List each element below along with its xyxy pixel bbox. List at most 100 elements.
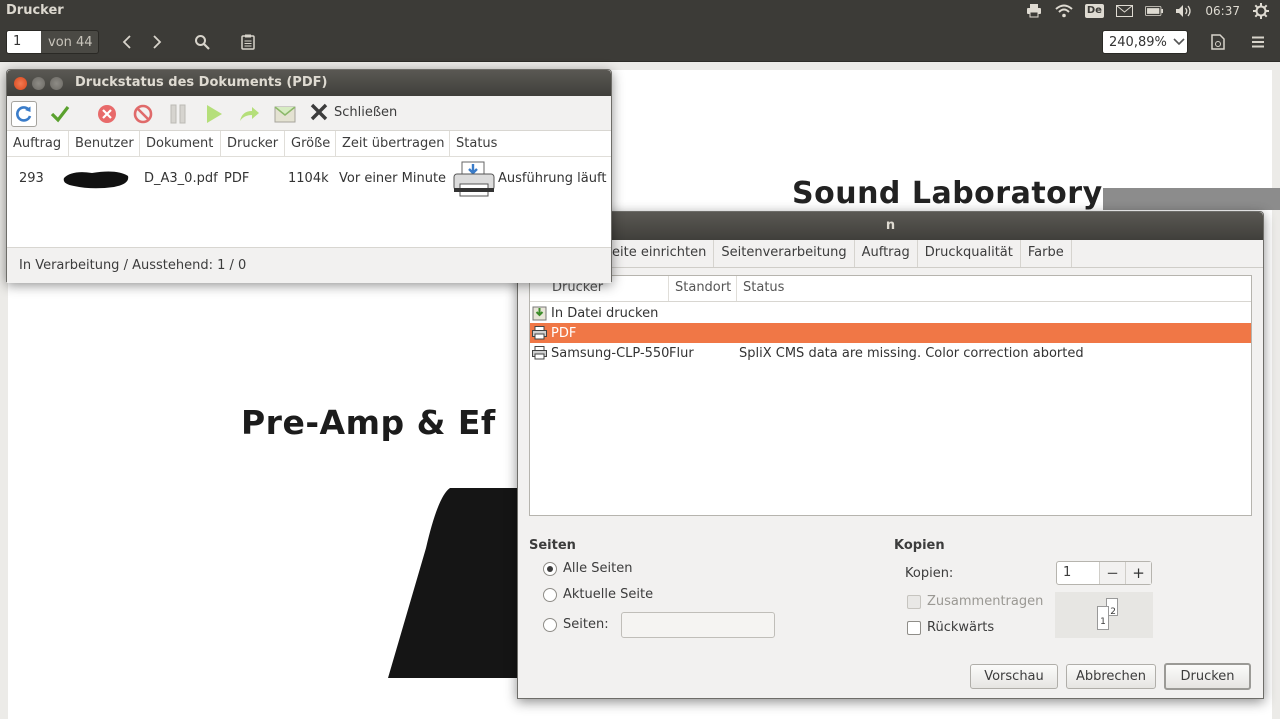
previous-page-icon[interactable] <box>115 30 139 54</box>
copies-label: Kopien: <box>905 566 954 581</box>
pages-all-radio[interactable] <box>543 561 557 576</box>
close-window-icon[interactable] <box>14 77 27 90</box>
printer-name: In Datei drucken <box>551 305 659 321</box>
pause-icon[interactable] <box>165 101 191 127</box>
printer-icon[interactable] <box>1025 3 1043 19</box>
copies-value[interactable]: 1 <box>1057 562 1099 584</box>
battery-icon[interactable] <box>1145 3 1164 19</box>
settings-gear-icon[interactable] <box>1252 3 1270 19</box>
printer-row-samsung[interactable]: Samsung-CLP-550 Flur SpliX CMS data are … <box>530 343 1251 363</box>
print-dialog-titlebar[interactable]: n <box>518 212 1263 240</box>
tab-color[interactable]: Farbe <box>1021 240 1072 267</box>
refresh-icon[interactable] <box>11 101 37 127</box>
zoom-selector[interactable]: 240,89% <box>1102 30 1188 54</box>
pages-all-label: Alle Seiten <box>563 561 633 576</box>
delete-job-icon[interactable] <box>130 101 156 127</box>
pages-range-input[interactable] <box>621 612 775 638</box>
print-dialog-tabs: eite einrichten Seitenverarbeitung Auftr… <box>518 240 1263 268</box>
job-row[interactable]: 293 D_A3_0.pdf PDF 1104k Vor einer Minut… <box>7 157 611 201</box>
job-table: Auftrag Benutzer Dokument Drucker Größe … <box>7 131 611 247</box>
column-status[interactable]: Status <box>450 131 611 156</box>
header-bar-graphic <box>1103 188 1280 210</box>
page-number-input[interactable]: 1 <box>7 31 41 53</box>
document-properties-icon[interactable] <box>1206 30 1230 54</box>
job-table-header: Auftrag Benutzer Dokument Drucker Größe … <box>7 131 611 157</box>
column-job[interactable]: Auftrag <box>7 131 69 156</box>
close-label: Schließen <box>334 104 398 120</box>
clock[interactable]: 06:37 <box>1205 4 1240 18</box>
move-job-icon[interactable] <box>272 101 298 127</box>
job-window-titlebar[interactable]: Druckstatus des Dokuments (PDF) <box>7 70 611 96</box>
collate-option[interactable]: Zusammentragen <box>907 594 1043 609</box>
tab-job[interactable]: Auftrag <box>855 240 918 267</box>
print-dialog-title: n <box>885 218 896 233</box>
cancel-job-icon[interactable] <box>94 101 120 127</box>
printer-name: PDF <box>551 325 577 341</box>
next-page-icon[interactable] <box>145 30 169 54</box>
annotations-icon[interactable] <box>236 30 260 54</box>
column-user[interactable]: Benutzer <box>69 131 140 156</box>
close-icon <box>310 103 328 121</box>
cancel-button[interactable]: Abbrechen <box>1066 664 1156 689</box>
chevron-down-icon <box>1173 38 1185 46</box>
collate-label: Zusammentragen <box>927 594 1044 609</box>
copies-heading: Kopien <box>894 538 945 553</box>
reverse-checkbox[interactable] <box>907 620 921 635</box>
job-window-title: Druckstatus des Dokuments (PDF) <box>75 75 328 90</box>
mail-icon[interactable] <box>1115 3 1133 19</box>
checkmark-icon[interactable] <box>47 101 73 127</box>
play-icon[interactable] <box>201 101 227 127</box>
pages-range-radio[interactable] <box>543 617 557 632</box>
column-printer[interactable]: Drucker <box>221 131 285 156</box>
pages-current-option[interactable]: Aktuelle Seite <box>543 587 653 602</box>
column-time[interactable]: Zeit übertragen <box>336 131 450 156</box>
job-toolbar: Schließen <box>7 96 611 131</box>
reprint-icon[interactable] <box>236 101 262 127</box>
print-button[interactable]: Drucken <box>1164 663 1251 690</box>
letter-graphic <box>388 488 528 678</box>
job-size: 1104k <box>288 171 329 186</box>
column-document[interactable]: Dokument <box>140 131 221 156</box>
reverse-option[interactable]: Rückwärts <box>907 620 994 635</box>
job-id: 293 <box>19 171 44 186</box>
wifi-icon[interactable] <box>1055 3 1074 19</box>
tab-page-setup[interactable]: eite einrichten <box>605 240 715 267</box>
search-icon[interactable] <box>190 30 214 54</box>
job-printer: PDF <box>224 171 250 186</box>
minimize-window-icon[interactable] <box>32 77 45 90</box>
pages-current-radio[interactable] <box>543 587 557 602</box>
tab-print-quality[interactable]: Druckqualität <box>918 240 1021 267</box>
maximize-window-icon[interactable] <box>50 77 63 90</box>
app-title: Drucker <box>6 3 64 18</box>
volume-icon[interactable] <box>1175 3 1193 19</box>
printer-icon <box>532 346 547 360</box>
copies-spinner: 1 − + <box>1056 561 1152 585</box>
job-status: Ausführung läuft <box>498 171 607 186</box>
print-job-window: Druckstatus des Dokuments (PDF) Schließe… <box>6 69 612 283</box>
keyboard-layout-icon[interactable]: De <box>1084 3 1104 19</box>
printer-icon <box>532 326 547 340</box>
zoom-value: 240,89% <box>1109 34 1167 50</box>
printer-row-pdf[interactable]: PDF <box>530 323 1251 343</box>
column-location[interactable]: Standort <box>669 276 737 301</box>
top-panel: Drucker De 06:37 <box>0 0 1280 22</box>
job-status-bar: In Verarbeitung / Ausstehend: 1 / 0 <box>7 247 611 283</box>
menu-icon[interactable] <box>1246 30 1270 54</box>
copies-decrement-button[interactable]: − <box>1099 562 1125 584</box>
document-heading: Pre-Amp & Ef <box>241 403 496 442</box>
pages-range-option[interactable]: Seiten: <box>543 617 609 632</box>
close-button[interactable]: Schließen <box>310 103 397 121</box>
preview-button[interactable]: Vorschau <box>970 664 1058 689</box>
printer-list: Drucker Standort Status In Datei drucken… <box>529 275 1252 516</box>
column-size[interactable]: Größe <box>285 131 336 156</box>
column-status[interactable]: Status <box>737 276 1251 301</box>
file-print-icon <box>532 306 547 321</box>
pages-heading: Seiten <box>529 538 576 553</box>
copies-increment-button[interactable]: + <box>1125 562 1151 584</box>
print-dialog: n eite einrichten Seitenverarbeitung Auf… <box>517 211 1264 699</box>
printer-row-file[interactable]: In Datei drucken <box>530 303 1251 323</box>
pages-all-option[interactable]: Alle Seiten <box>543 561 632 576</box>
tab-page-handling[interactable]: Seitenverarbeitung <box>714 240 855 267</box>
collate-checkbox[interactable] <box>907 594 921 609</box>
job-document: D_A3_0.pdf <box>144 171 218 186</box>
